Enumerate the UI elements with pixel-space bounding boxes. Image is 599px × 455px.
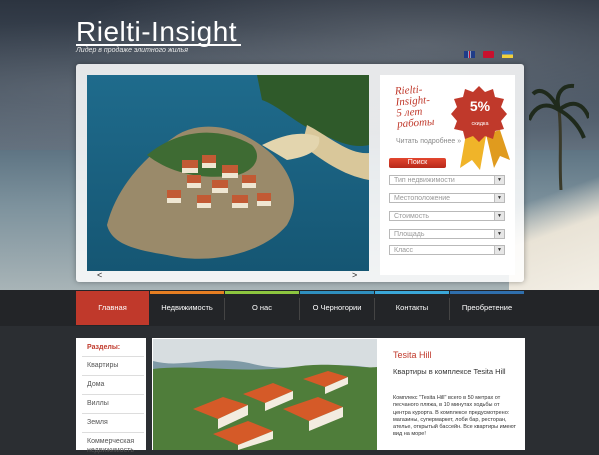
flag-montenegro-icon[interactable] <box>483 51 494 58</box>
price-select[interactable]: Стоимость ▼ <box>389 211 505 221</box>
nav-real-estate[interactable]: Недвижимость <box>150 291 224 325</box>
island-photo <box>87 75 369 271</box>
nav-contacts[interactable]: Контакты <box>375 291 449 325</box>
select-value: Местоположение <box>394 195 451 202</box>
sidebar-item-land[interactable]: Земля <box>87 419 142 426</box>
sidebar-item-commercial[interactable]: Коммерческая недвижимость <box>87 437 142 455</box>
class-select[interactable]: Класс ▼ <box>389 245 505 255</box>
dropdown-arrow-icon: ▼ <box>494 246 504 254</box>
select-value: Тип недвижимости <box>394 177 455 184</box>
nav-color-bar <box>450 291 524 294</box>
sidebar-divider <box>82 432 144 433</box>
resort-photo <box>153 339 377 450</box>
flag-english-icon[interactable] <box>464 51 475 58</box>
sidebar-item-apartments[interactable]: Квартиры <box>87 362 142 369</box>
nav-label: Преобретение <box>461 303 513 312</box>
slider-prev-arrow[interactable]: < <box>97 270 102 280</box>
nav-color-bar <box>300 291 374 294</box>
nav-label: О нас <box>252 303 272 312</box>
sidebar-divider <box>82 356 144 357</box>
discount-badge-icon <box>451 86 510 170</box>
palm-tree-image <box>529 83 589 190</box>
nav-about[interactable]: О нас <box>225 291 299 325</box>
nav-label: Главная <box>98 303 127 312</box>
slider-next-arrow[interactable]: > <box>352 270 357 280</box>
featured-title[interactable]: Tesita Hill <box>393 350 432 360</box>
sidebar-divider <box>82 375 144 376</box>
nav-purchase[interactable]: Преобретение <box>450 291 524 325</box>
nav-home[interactable]: Главная <box>76 291 149 325</box>
logo-underline <box>76 44 241 46</box>
sidebar-item-villas[interactable]: Виллы <box>87 400 142 407</box>
location-select[interactable]: Местоположение ▼ <box>389 193 505 203</box>
featured-subtitle: Квартиры в комплексе Tesita Hill <box>393 367 506 376</box>
flag-ukraine-icon[interactable] <box>502 51 513 58</box>
nav-color-bar <box>76 291 149 294</box>
dropdown-arrow-icon: ▼ <box>494 212 504 220</box>
featured-photo[interactable] <box>153 339 377 450</box>
discount-label: скидка <box>471 121 489 127</box>
featured-description: Комплекс "Tesita Hill" всего в 50 метрах… <box>393 395 517 438</box>
select-value: Класс <box>394 247 414 254</box>
sidebar-divider <box>82 394 144 395</box>
nav-label: О Черногории <box>312 303 362 312</box>
sidebar-heading: Разделы: <box>87 344 121 351</box>
language-switcher <box>464 51 513 58</box>
dropdown-arrow-icon: ▼ <box>494 194 504 202</box>
property-type-select[interactable]: Тип недвижимости ▼ <box>389 175 505 185</box>
select-value: Площадь <box>394 231 425 238</box>
search-button[interactable]: Поиск <box>389 158 446 168</box>
nav-color-bar <box>150 291 224 294</box>
nav-label: Недвижимость <box>161 303 213 312</box>
sidebar-divider <box>82 413 144 414</box>
nav-montenegro[interactable]: О Черногории <box>300 291 374 325</box>
dropdown-arrow-icon: ▼ <box>494 230 504 238</box>
nav-color-bar <box>375 291 449 294</box>
area-select[interactable]: Площадь ▼ <box>389 229 505 239</box>
sidebar-item-houses[interactable]: Дома <box>87 381 142 388</box>
nav-color-bar <box>225 291 299 294</box>
discount-percent: 5% <box>469 98 491 114</box>
slider-photo <box>87 75 369 271</box>
select-value: Стоимость <box>394 213 430 220</box>
site-tagline: Лидер в продаже элитного жилья <box>76 47 188 54</box>
nav-label: Контакты <box>395 303 429 312</box>
dropdown-arrow-icon: ▼ <box>494 176 504 184</box>
